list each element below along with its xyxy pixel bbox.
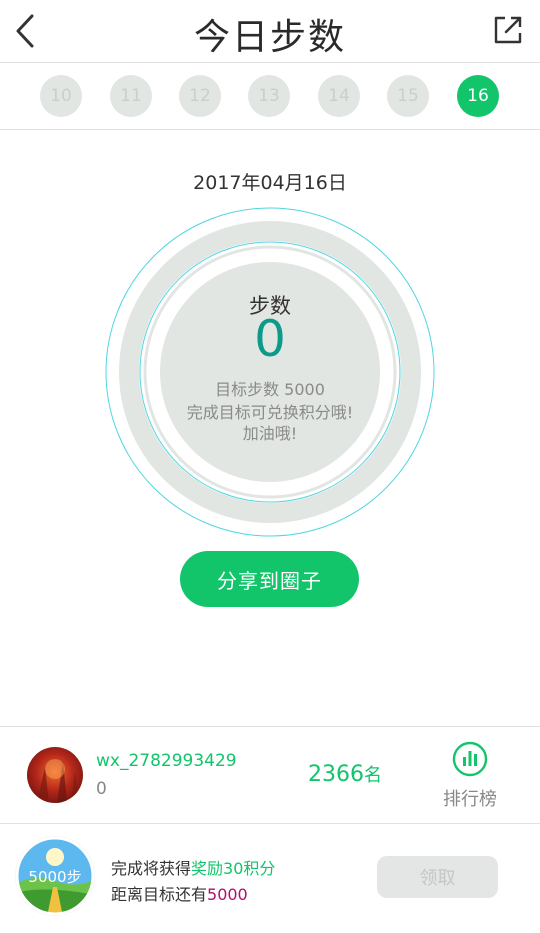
claim-button[interactable]: 领取 bbox=[377, 856, 498, 898]
date-label: 2017年04月16日 bbox=[193, 172, 347, 194]
goal-badge: 5000步 bbox=[14, 835, 96, 917]
day-13[interactable]: 13 bbox=[248, 75, 290, 117]
rank-unit: 名 bbox=[364, 765, 382, 786]
remaining-prefix: 距离目标还有 bbox=[111, 885, 208, 904]
rank-number: 2366 bbox=[308, 762, 364, 787]
bar-chart-icon bbox=[452, 741, 488, 777]
day-12[interactable]: 12 bbox=[179, 75, 221, 117]
header: 今日步数 bbox=[0, 0, 540, 63]
goal-badge-graphic: 5000步 bbox=[15, 836, 95, 916]
user-rank-row: wx_2782993429 0 2366名 排行榜 bbox=[0, 726, 540, 824]
avatar[interactable] bbox=[27, 747, 83, 803]
cheer-text: 加油哦! bbox=[242, 424, 298, 443]
day-15[interactable]: 15 bbox=[387, 75, 429, 117]
share-button[interactable] bbox=[492, 14, 524, 46]
day-10[interactable]: 10 bbox=[40, 75, 82, 117]
reward-prefix: 完成将获得 bbox=[111, 859, 192, 878]
goal-badge-text: 5000步 bbox=[28, 868, 81, 886]
avatar-image bbox=[37, 759, 79, 803]
username: wx_2782993429 bbox=[96, 751, 237, 771]
day-11[interactable]: 11 bbox=[110, 75, 152, 117]
reward-points: 奖励30积分 bbox=[191, 859, 276, 878]
remaining-steps: 5000 bbox=[207, 885, 248, 904]
user-steps: 0 bbox=[96, 779, 107, 799]
day-14[interactable]: 14 bbox=[318, 75, 360, 117]
external-share-icon bbox=[494, 16, 522, 44]
remaining-text: 距离目标还有5000 bbox=[111, 881, 248, 905]
goal-text: 目标步数 5000 bbox=[215, 380, 325, 399]
leaderboard-button[interactable]: 排行榜 bbox=[432, 741, 508, 811]
page-title: 今日步数 bbox=[193, 17, 346, 58]
share-to-circle-button[interactable]: 分享到圈子 bbox=[180, 551, 359, 607]
reward-text: 完成将获得奖励30积分 bbox=[111, 855, 275, 879]
rank-value: 2366名 bbox=[308, 761, 382, 787]
day-16[interactable]: 16 bbox=[457, 75, 499, 117]
steps-value: 0 bbox=[254, 310, 286, 368]
leaderboard-label: 排行榜 bbox=[443, 789, 497, 810]
step-progress-ring: 步数 0 目标步数 5000 完成目标可兑换积分哦! 加油哦! bbox=[104, 206, 436, 538]
day-selector: 10 11 12 13 14 15 16 bbox=[0, 63, 540, 130]
reward-row: 5000步 完成将获得奖励30积分 距离目标还有5000 领取 bbox=[0, 823, 540, 933]
